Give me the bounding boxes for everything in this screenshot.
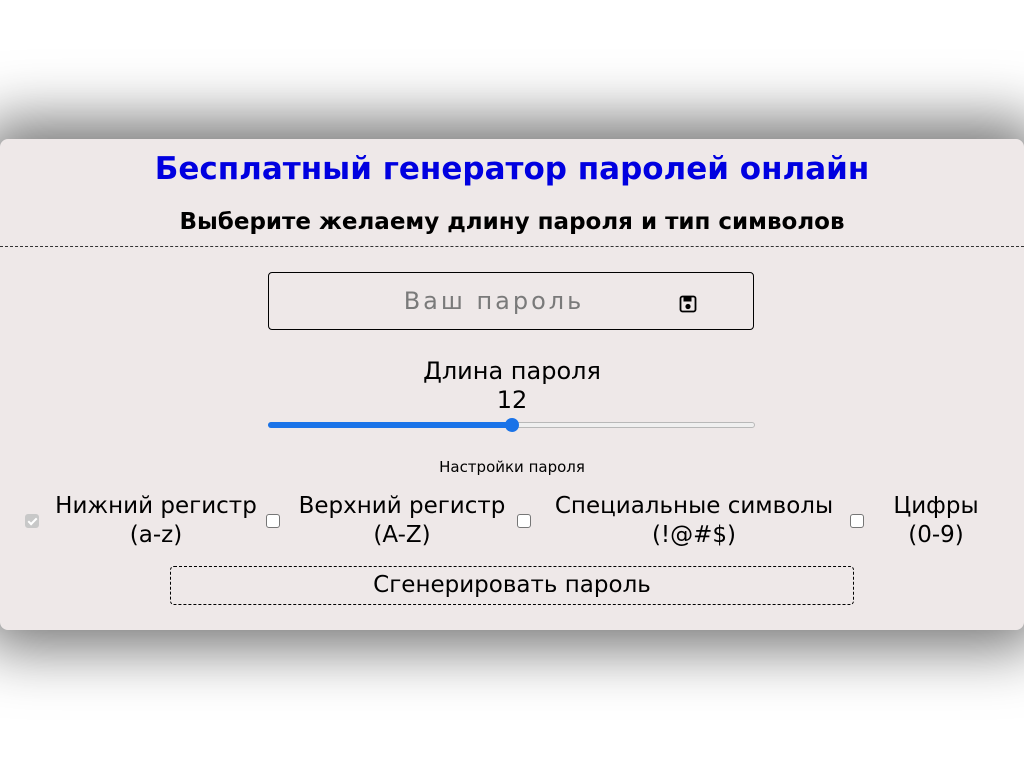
generator-card: Бесплатный генератор паролей онлайн Выбе… [0, 139, 1024, 630]
lowercase-checkbox[interactable] [25, 514, 39, 528]
lowercase-label: Нижний регистр (a-z) [50, 492, 262, 550]
page-subtitle: Выберите желаему длину пароля и тип симв… [179, 209, 845, 235]
lowercase-label-line2: (a-z) [129, 522, 183, 548]
lowercase-label-line1: Нижний регистр [55, 493, 257, 519]
page-title: Бесплатный генератор паролей онлайн [154, 151, 870, 187]
slider-thumb[interactable] [504, 418, 519, 432]
digits-label-line2: (0-9) [908, 522, 964, 548]
digits-label: Цифры (0-9) [880, 492, 992, 550]
uppercase-label-line2: (A-Z) [373, 522, 431, 548]
special-chars-label: Специальные символы (!@#$) [545, 492, 843, 550]
digits-checkbox[interactable] [850, 514, 864, 528]
slider-fill [268, 422, 512, 428]
uppercase-checkbox[interactable] [266, 514, 280, 528]
length-slider[interactable] [268, 418, 755, 432]
special-chars-checkbox[interactable] [517, 514, 531, 528]
length-label: Длина пароля [423, 357, 601, 385]
settings-label: Настройки пароля [439, 458, 585, 476]
uppercase-label: Верхний регистр (A-Z) [292, 492, 512, 550]
length-value: 12 [496, 386, 528, 414]
generate-password-button[interactable]: Сгенерировать пароль [170, 566, 854, 605]
uppercase-label-line1: Верхний регистр [298, 493, 506, 519]
divider [0, 246, 1024, 247]
digits-label-line1: Цифры [893, 493, 979, 519]
special-chars-label-line1: Специальные символы [554, 493, 834, 519]
password-output-box [268, 272, 754, 330]
special-chars-label-line2: (!@#$) [651, 522, 737, 548]
floppy-disk-icon[interactable] [679, 295, 697, 313]
